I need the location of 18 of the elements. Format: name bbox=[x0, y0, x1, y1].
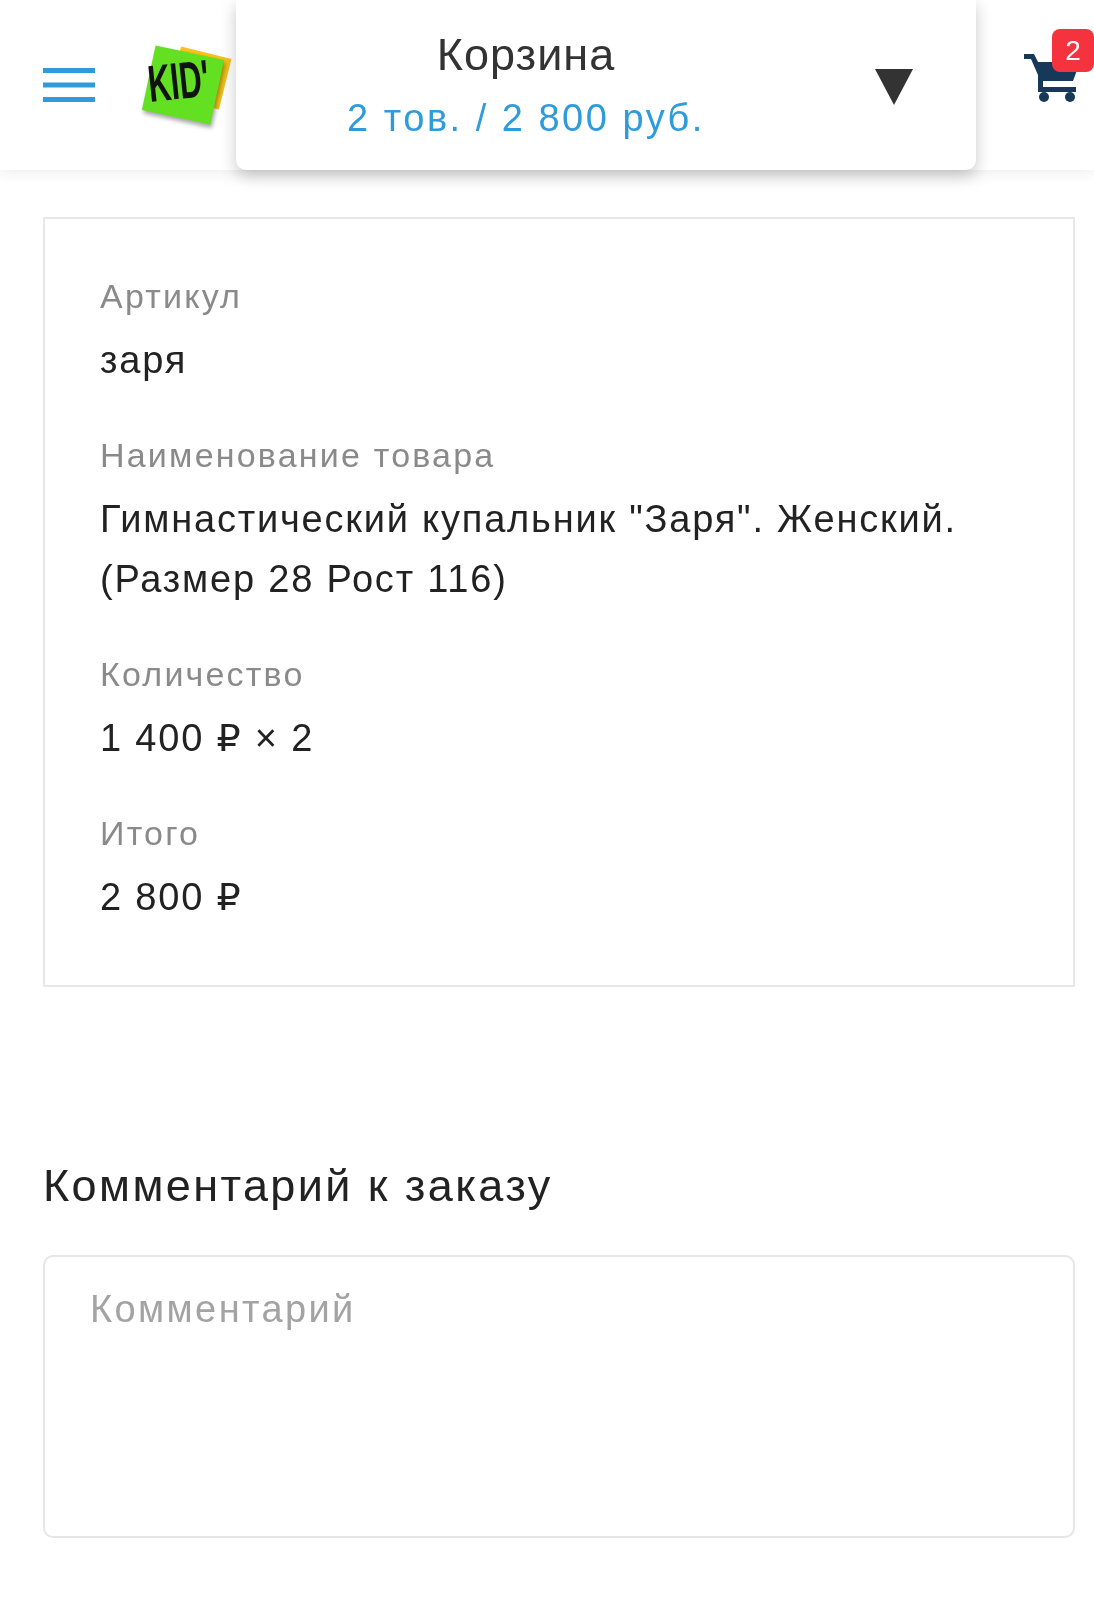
comment-field[interactable]: Комментарий bbox=[43, 1255, 1075, 1538]
field-label: Количество bbox=[100, 654, 306, 694]
field-value: заря bbox=[100, 338, 189, 383]
cart-dropdown[interactable]: Корзина 2 тов. / 2 800 руб. bbox=[236, 0, 976, 170]
cart-count-badge: 2 bbox=[1052, 28, 1094, 72]
field-label: Итого bbox=[100, 813, 202, 853]
menu-button[interactable] bbox=[43, 68, 95, 102]
field-label: Артикул bbox=[100, 276, 244, 316]
cart-title: Корзина bbox=[436, 29, 616, 81]
caret-icon bbox=[875, 69, 913, 105]
comment-heading: Комментарий к заказу bbox=[43, 1159, 554, 1213]
cart-button[interactable]: 2 bbox=[1024, 28, 1094, 102]
menu-icon bbox=[43, 68, 95, 102]
cart-summary: 2 тов. / 2 800 руб. bbox=[347, 96, 705, 141]
field-value: Гимнастический купальник "Заря". Женский. (Размер 28 Рост 116) bbox=[100, 497, 958, 602]
field-value: 2 800 ₽ bbox=[100, 875, 244, 920]
field-label: Наименование товара bbox=[100, 435, 497, 475]
field-value: 1 400 ₽ × 2 bbox=[100, 716, 316, 761]
